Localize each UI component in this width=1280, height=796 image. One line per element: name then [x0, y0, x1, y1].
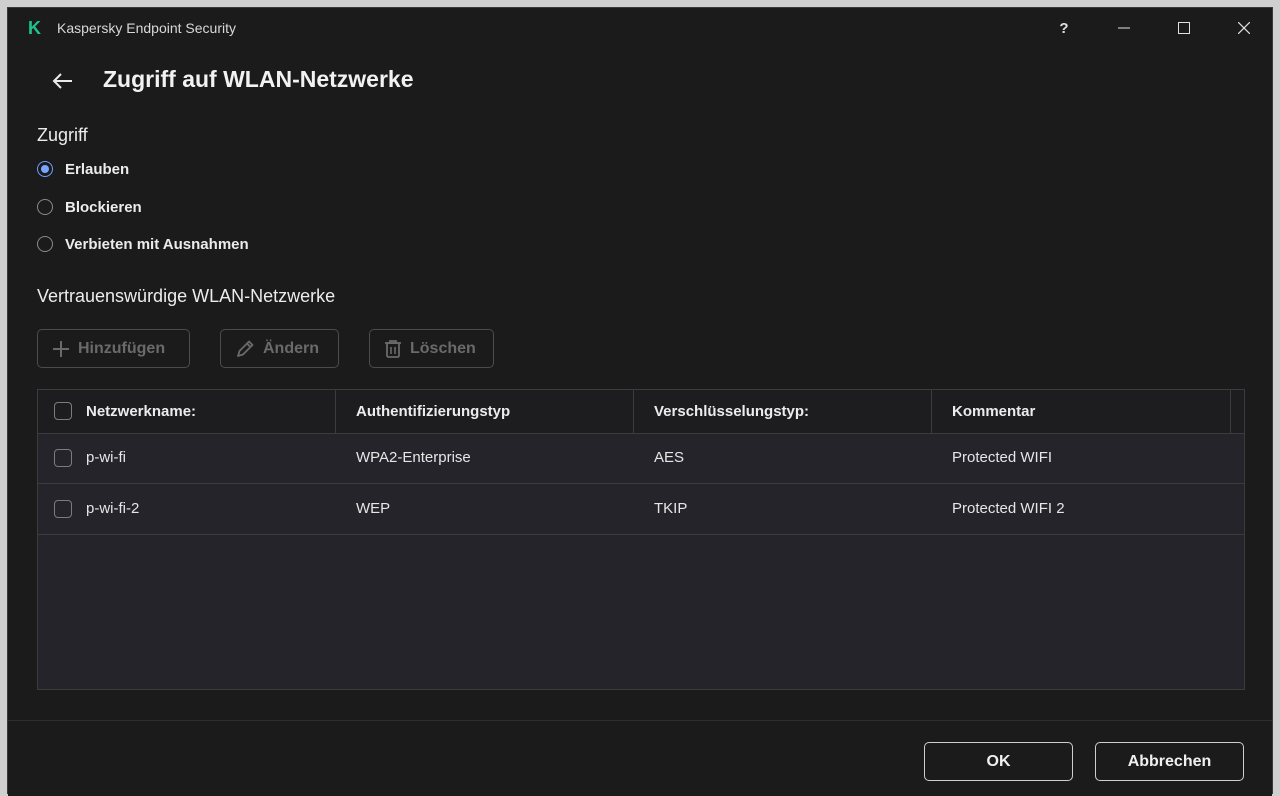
radio-verbieten-mit-ausnahmen[interactable]: Verbieten mit Ausnahmen: [37, 233, 249, 255]
title-bar: K Kaspersky Endpoint Security ?: [8, 8, 1272, 48]
maximize-button[interactable]: [1161, 8, 1207, 48]
edit-button[interactable]: Ändern: [220, 329, 339, 368]
radio-button[interactable]: [37, 161, 53, 177]
radio-button[interactable]: [37, 199, 53, 215]
column-header-netzwerkname[interactable]: Netzwerkname:: [86, 390, 336, 433]
cell-auth-type: WPA2-Enterprise: [356, 449, 471, 466]
dialog-footer: OK Abbrechen: [8, 720, 1272, 796]
table-row[interactable]: p-wi-fi-2 WEP TKIP Protected WIFI 2: [38, 484, 1244, 535]
edit-button-label: Ändern: [263, 339, 319, 357]
delete-button-label: Löschen: [410, 339, 476, 357]
plus-icon: [53, 340, 69, 357]
window-title: Kaspersky Endpoint Security: [57, 20, 236, 36]
radio-label: Verbieten mit Ausnahmen: [65, 235, 249, 253]
row-checkbox[interactable]: [54, 449, 72, 467]
radio-label: Erlauben: [65, 160, 130, 178]
trash-icon: [385, 339, 401, 358]
column-header-verschluesselungstyp[interactable]: Verschlüsselungstyp:: [634, 390, 932, 433]
radio-label: Blockieren: [65, 198, 142, 216]
column-header-kommentar[interactable]: Kommentar: [932, 390, 1231, 433]
back-arrow-icon[interactable]: [48, 69, 76, 93]
cell-network-name: p-wi-fi: [86, 449, 126, 466]
app-window: K Kaspersky Endpoint Security ? Zugriff …: [7, 7, 1273, 796]
close-icon: [1238, 22, 1250, 34]
add-button[interactable]: Hinzufügen: [37, 329, 190, 368]
cell-encryption-type: AES: [654, 449, 685, 466]
trusted-networks-label: Vertrauenswürdige WLAN-Netzwerke: [37, 286, 336, 306]
radio-button[interactable]: [37, 236, 53, 252]
minimize-button[interactable]: [1101, 8, 1147, 48]
minimize-icon: [1118, 27, 1130, 29]
delete-button[interactable]: Löschen: [369, 329, 494, 368]
table-header: Netzwerkname: Authentifizierungstyp Vers…: [38, 390, 1244, 434]
cell-encryption-type: TKIP: [654, 500, 688, 517]
access-section-label: Zugriff: [37, 125, 88, 145]
help-button[interactable]: ?: [1041, 8, 1087, 48]
cell-comment: Protected WIFI: [952, 449, 1053, 466]
select-all-checkbox[interactable]: [54, 402, 72, 420]
add-button-label: Hinzufügen: [78, 339, 166, 357]
cell-network-name: p-wi-fi-2: [86, 500, 140, 517]
cell-auth-type: WEP: [356, 500, 391, 517]
pencil-icon: [237, 340, 254, 357]
cancel-button[interactable]: Abbrechen: [1095, 742, 1244, 781]
close-button[interactable]: [1221, 8, 1267, 48]
radio-blockieren[interactable]: Blockieren: [37, 196, 142, 218]
kaspersky-logo-icon: K: [28, 18, 41, 38]
table-row[interactable]: p-wi-fi WPA2-Enterprise AES Protected WI…: [38, 433, 1244, 484]
wlan-networks-table: Netzwerkname: Authentifizierungstyp Vers…: [37, 389, 1245, 690]
row-checkbox[interactable]: [54, 500, 72, 518]
cell-comment: Protected WIFI 2: [952, 500, 1065, 517]
column-header-authentifizierungstyp[interactable]: Authentifizierungstyp: [336, 390, 634, 433]
radio-erlauben[interactable]: Erlauben: [37, 158, 129, 180]
maximize-icon: [1178, 22, 1190, 34]
ok-button[interactable]: OK: [924, 742, 1073, 781]
page-title: Zugriff auf WLAN-Netzwerke: [103, 66, 414, 92]
